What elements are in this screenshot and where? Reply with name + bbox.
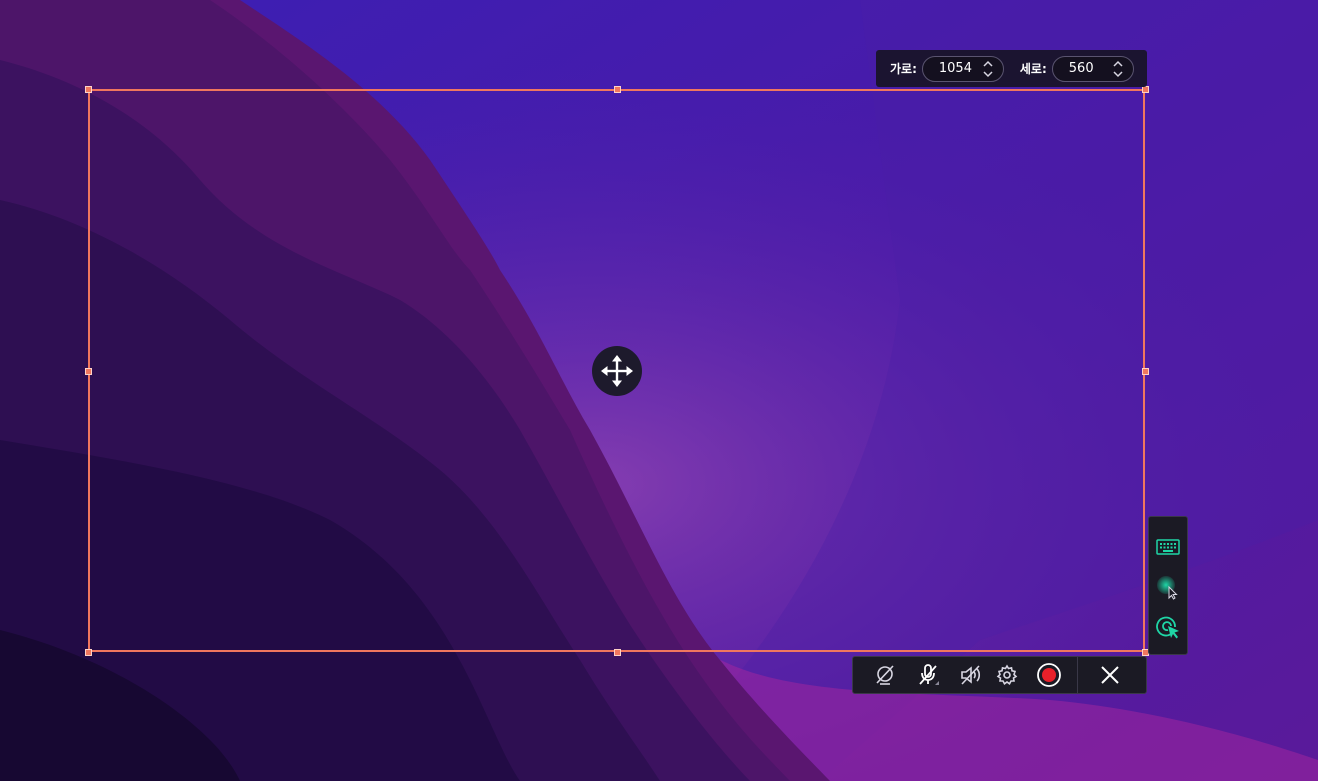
webcam-toggle-button[interactable] [865,657,905,693]
move-handle[interactable] [592,346,642,396]
speaker-off-icon [961,665,981,685]
width-label: 가로: [890,62,917,76]
resize-handle-bottom[interactable] [614,649,621,656]
microphone-toggle-button[interactable] [909,657,949,693]
effects-panel [1148,516,1188,655]
resize-handle-top-right[interactable] [1142,86,1149,93]
resize-handle-left[interactable] [85,368,92,375]
height-value[interactable]: 560 [1069,61,1094,76]
record-button[interactable] [1029,657,1069,693]
width-stepper[interactable]: 1054 [921,55,1004,82]
move-arrows-icon [601,355,633,387]
microphone-off-icon [919,664,939,685]
close-icon [1101,666,1119,684]
stepper-arrows-icon[interactable] [1113,60,1123,78]
settings-button[interactable] [987,657,1027,693]
stepper-arrows-icon[interactable] [983,60,993,78]
resize-handle-top[interactable] [614,86,621,93]
dimension-bar: 가로: 1054 세로: 560 [876,50,1147,87]
width-value[interactable]: 1054 [939,61,972,76]
close-button[interactable] [1090,657,1130,693]
click-effect-button[interactable] [1150,607,1186,647]
cursor-highlight-button[interactable] [1150,567,1186,607]
recording-toolbar [852,656,1147,694]
height-label: 세로: [1019,62,1047,76]
cursor-highlight-icon [1157,576,1178,600]
click-effect-icon [1156,616,1179,639]
gear-icon [996,664,1018,685]
keyboard-icon [1156,539,1180,555]
keystroke-display-button[interactable] [1150,527,1186,567]
webcam-off-icon [876,665,894,685]
record-icon [1037,663,1061,687]
system-audio-toggle-button[interactable] [951,657,991,693]
toolbar-divider [1077,656,1078,694]
height-stepper[interactable]: 560 [1051,55,1134,82]
resize-handle-right[interactable] [1142,368,1149,375]
resize-handle-top-left[interactable] [85,86,92,93]
resize-handle-bottom-left[interactable] [85,649,92,656]
